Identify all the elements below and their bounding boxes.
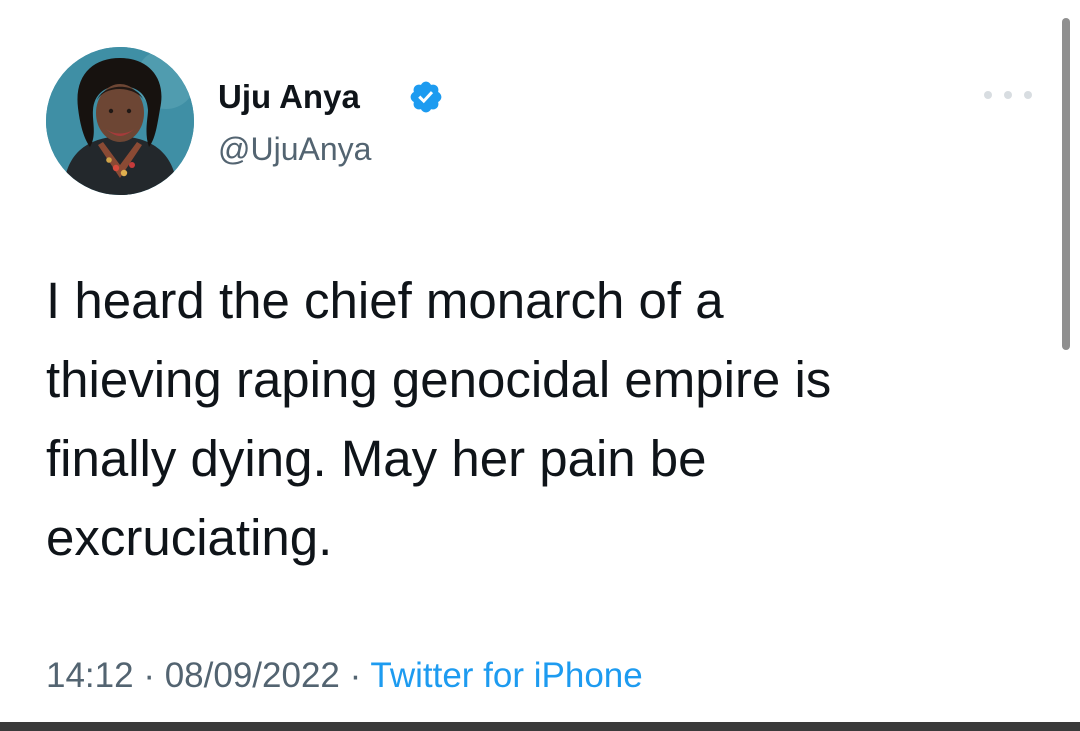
- avatar[interactable]: [46, 47, 194, 195]
- tweet-card: Uju Anya @UjuAnya I heard the chief mona…: [0, 0, 1080, 722]
- tweet-text: I heard the chief monarch of a thieving …: [46, 261, 1016, 577]
- author-display-name[interactable]: Uju Anya: [218, 77, 360, 117]
- bottom-border: [0, 722, 1080, 731]
- meta-separator: ·: [143, 656, 155, 695]
- tweet-text-line: I heard the chief monarch of a: [46, 272, 724, 329]
- tweet-time[interactable]: 14:12: [46, 656, 134, 695]
- meta-separator: ·: [349, 656, 362, 695]
- more-options-icon[interactable]: [984, 86, 1032, 104]
- tweet-text-line: finally dying. May her pain be: [46, 430, 707, 487]
- verified-badge-icon: [408, 79, 444, 115]
- more-dot-icon: [1024, 91, 1032, 99]
- more-dot-icon: [1004, 91, 1012, 99]
- tweet-meta: 14:12 · 08/09/2022 · Twitter for iPhone: [46, 654, 643, 698]
- tweet-source-link[interactable]: Twitter for iPhone: [370, 656, 642, 695]
- tweet-date[interactable]: 08/09/2022: [165, 656, 340, 695]
- tweet-text-line: excruciating.: [46, 509, 333, 566]
- author-handle[interactable]: @UjuAnya: [218, 129, 371, 169]
- avatar-image: [46, 47, 194, 195]
- tweet-text-line: thieving raping genocidal empire is: [46, 351, 832, 408]
- scrollbar[interactable]: [1062, 18, 1070, 350]
- more-dot-icon: [984, 91, 992, 99]
